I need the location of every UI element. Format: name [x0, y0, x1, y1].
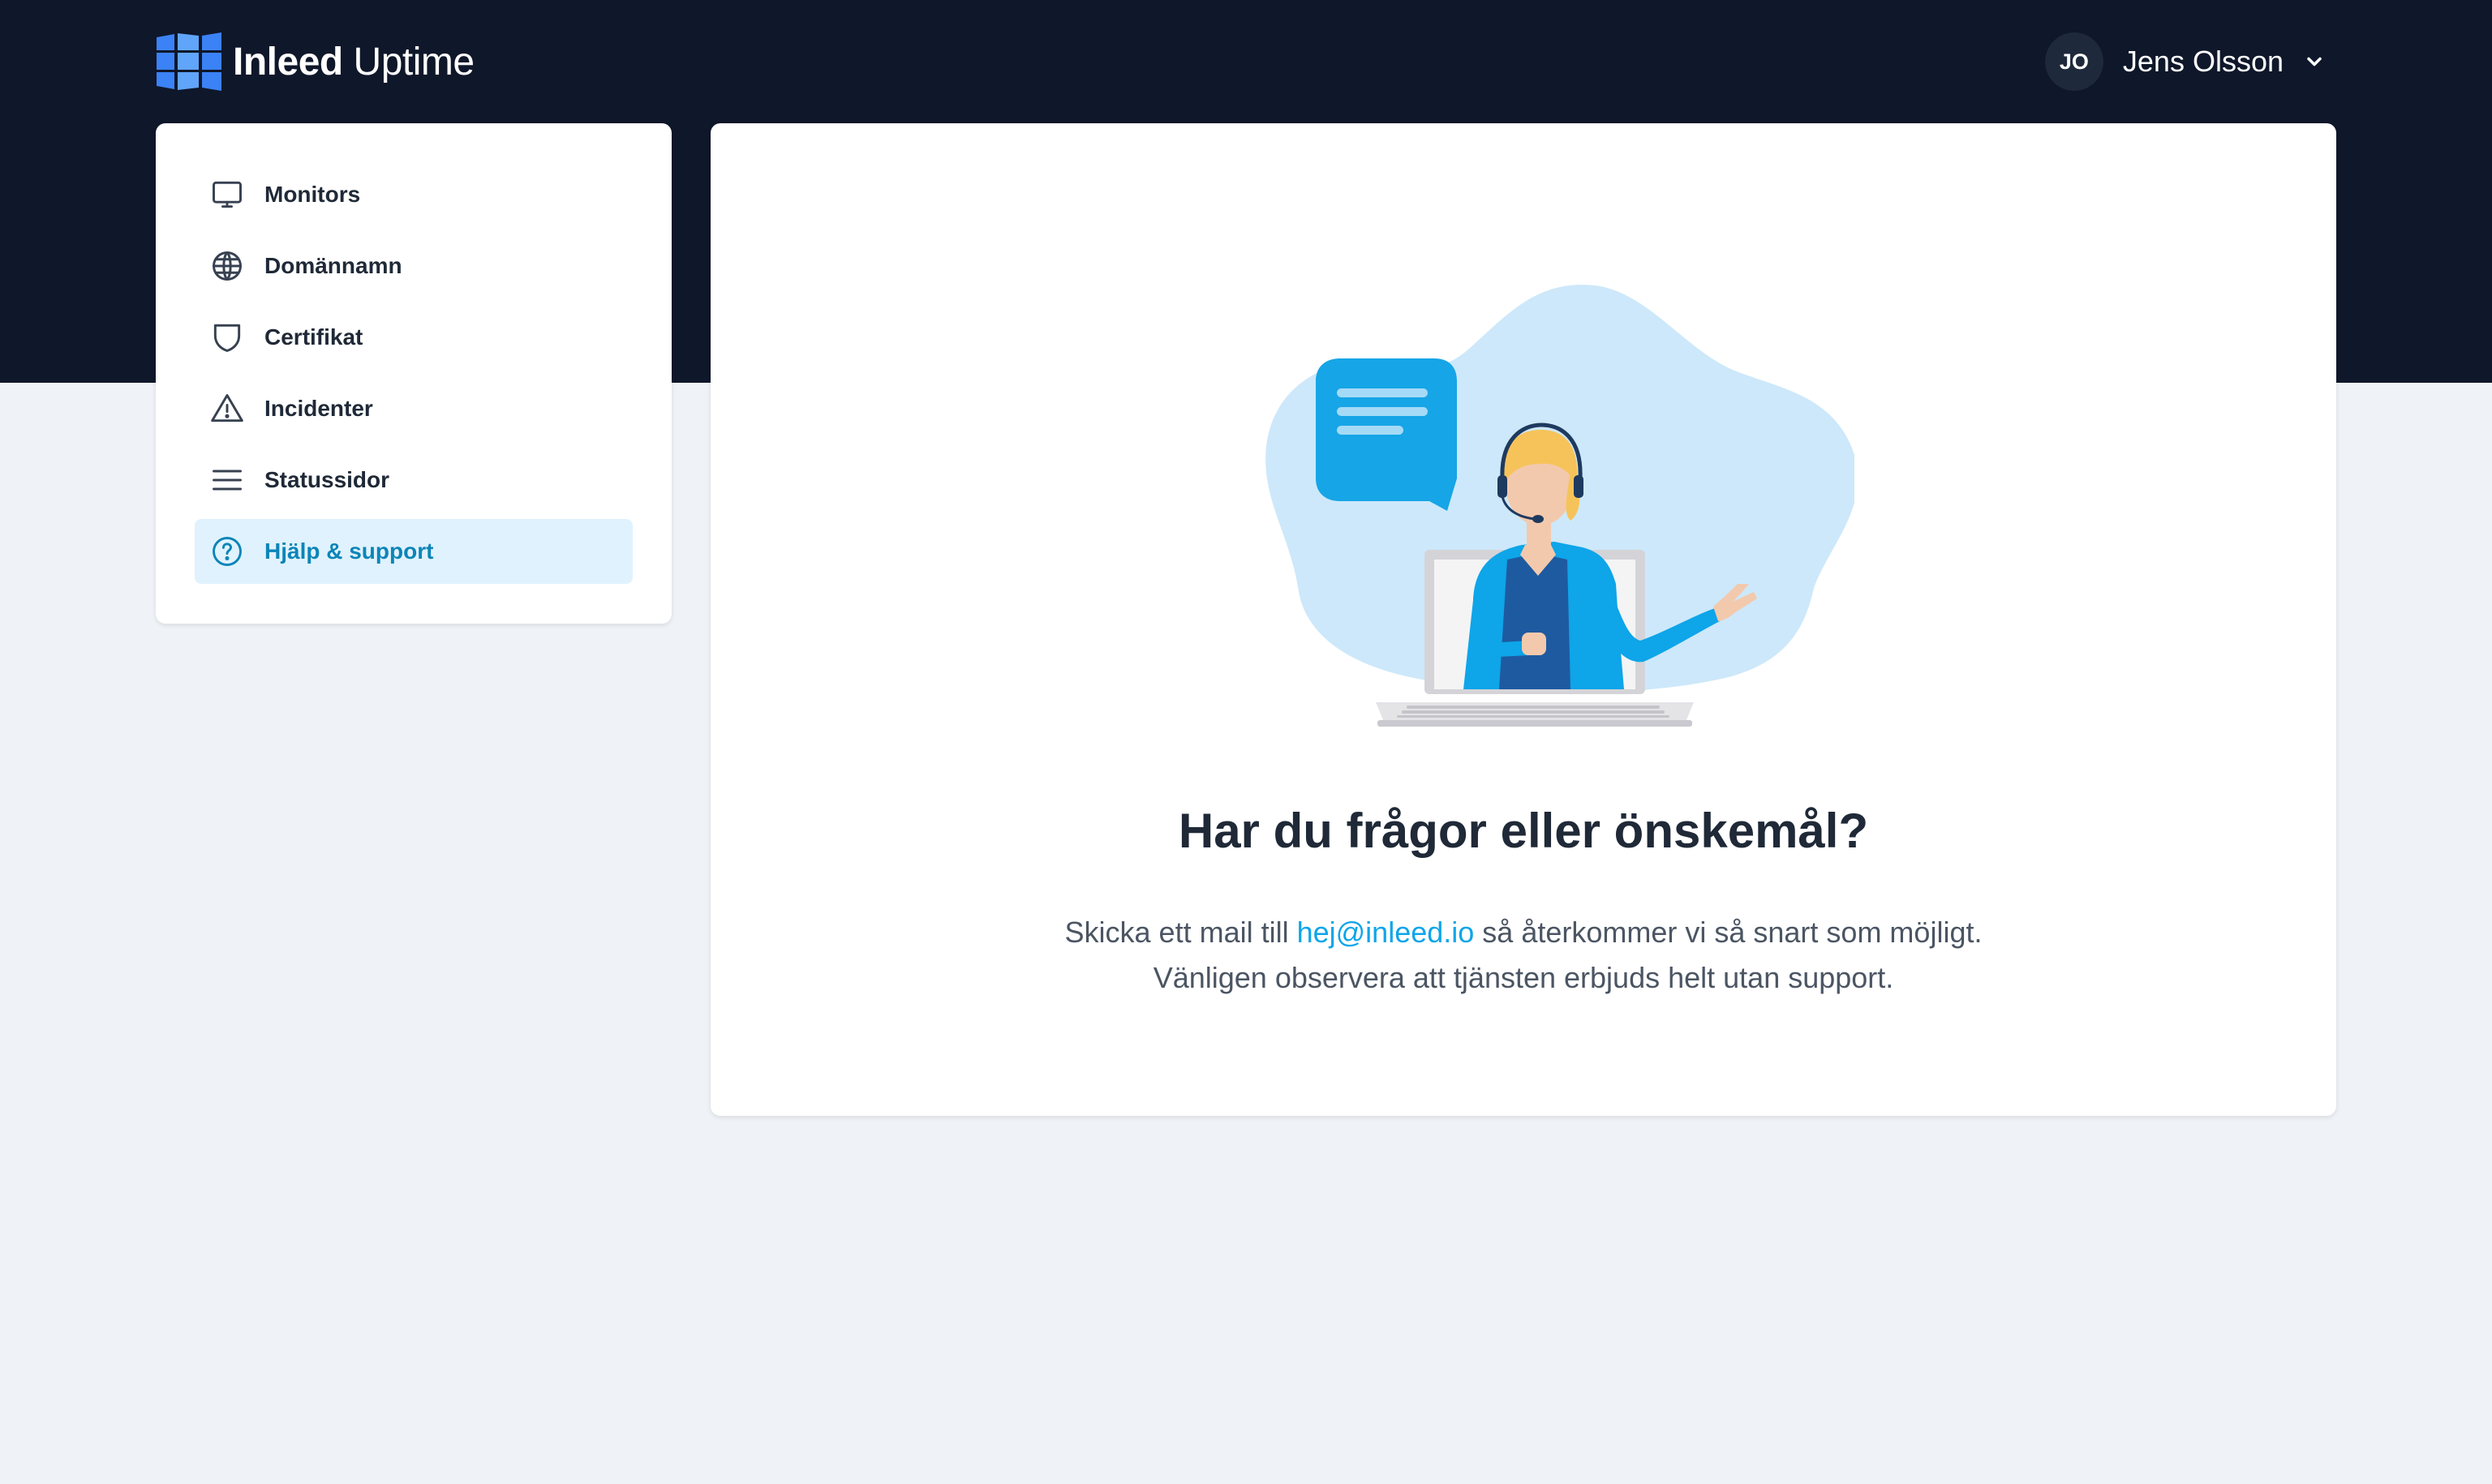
brand-name: Inleed Uptime	[233, 40, 475, 84]
sidebar-item-incidenter[interactable]: Incidenter	[195, 376, 633, 441]
support-description: Skicka ett mail till hej@inleed.io så åt…	[711, 910, 2336, 1001]
support-text-line-1: Skicka ett mail till hej@inleed.io så åt…	[711, 910, 2336, 955]
support-text-before-link: Skicka ett mail till	[1064, 916, 1297, 949]
sidebar-item-label: Domännamn	[264, 253, 402, 278]
support-text-line-2: Vänligen observera att tjänsten erbjuds …	[1153, 961, 1894, 994]
user-menu[interactable]: JO Jens Olsson	[2044, 32, 2326, 91]
support-email-link[interactable]: hej@inleed.io	[1297, 916, 1475, 949]
page-title: Har du frågor eller önskemål?	[1178, 804, 1869, 858]
sidebar-item-monitors[interactable]: Monitors	[195, 162, 633, 227]
support-text-after-link: så återkommer vi så snart som möjligt.	[1474, 916, 1983, 949]
sidebar-item-label: Monitors	[264, 182, 361, 207]
brand-name-regular: Uptime	[353, 40, 475, 84]
inleed-logo-icon	[157, 32, 221, 91]
user-name: Jens Olsson	[2122, 45, 2284, 78]
top-header: Inleed Uptime JO Jens Olsson	[0, 0, 2492, 123]
menu-lines-icon	[213, 470, 242, 491]
avatar: JO	[2044, 32, 2103, 91]
sidebar-item-label: Hjälp & support	[264, 538, 434, 564]
warning-icon	[211, 394, 243, 422]
support-agent-illustration	[1265, 285, 1854, 727]
sidebar-item-certifikat[interactable]: Certifikat	[195, 305, 633, 370]
sidebar-item-label: Incidenter	[264, 396, 373, 421]
brand-name-bold: Inleed	[233, 40, 343, 84]
globe-icon	[213, 251, 242, 281]
sidebar-item-domannamn[interactable]: Domännamn	[195, 234, 633, 298]
monitor-icon	[213, 181, 242, 208]
shield-icon	[213, 324, 241, 352]
sidebar-item-statussidor[interactable]: Statussidor	[195, 448, 633, 513]
sidebar-item-hjalp-support[interactable]: Hjälp & support	[195, 519, 633, 584]
sidebar-item-label: Statussidor	[264, 467, 390, 492]
help-support-panel: Har du frågor eller önskemål? Skicka ett…	[711, 123, 2336, 1116]
question-circle-icon	[213, 537, 242, 566]
chevron-down-icon	[2307, 57, 2322, 66]
sidebar-item-label: Certifikat	[264, 324, 363, 350]
sidebar: Monitors Domännamn Certifikat Incidenter	[156, 123, 672, 624]
brand-logo[interactable]: Inleed Uptime	[157, 32, 475, 91]
